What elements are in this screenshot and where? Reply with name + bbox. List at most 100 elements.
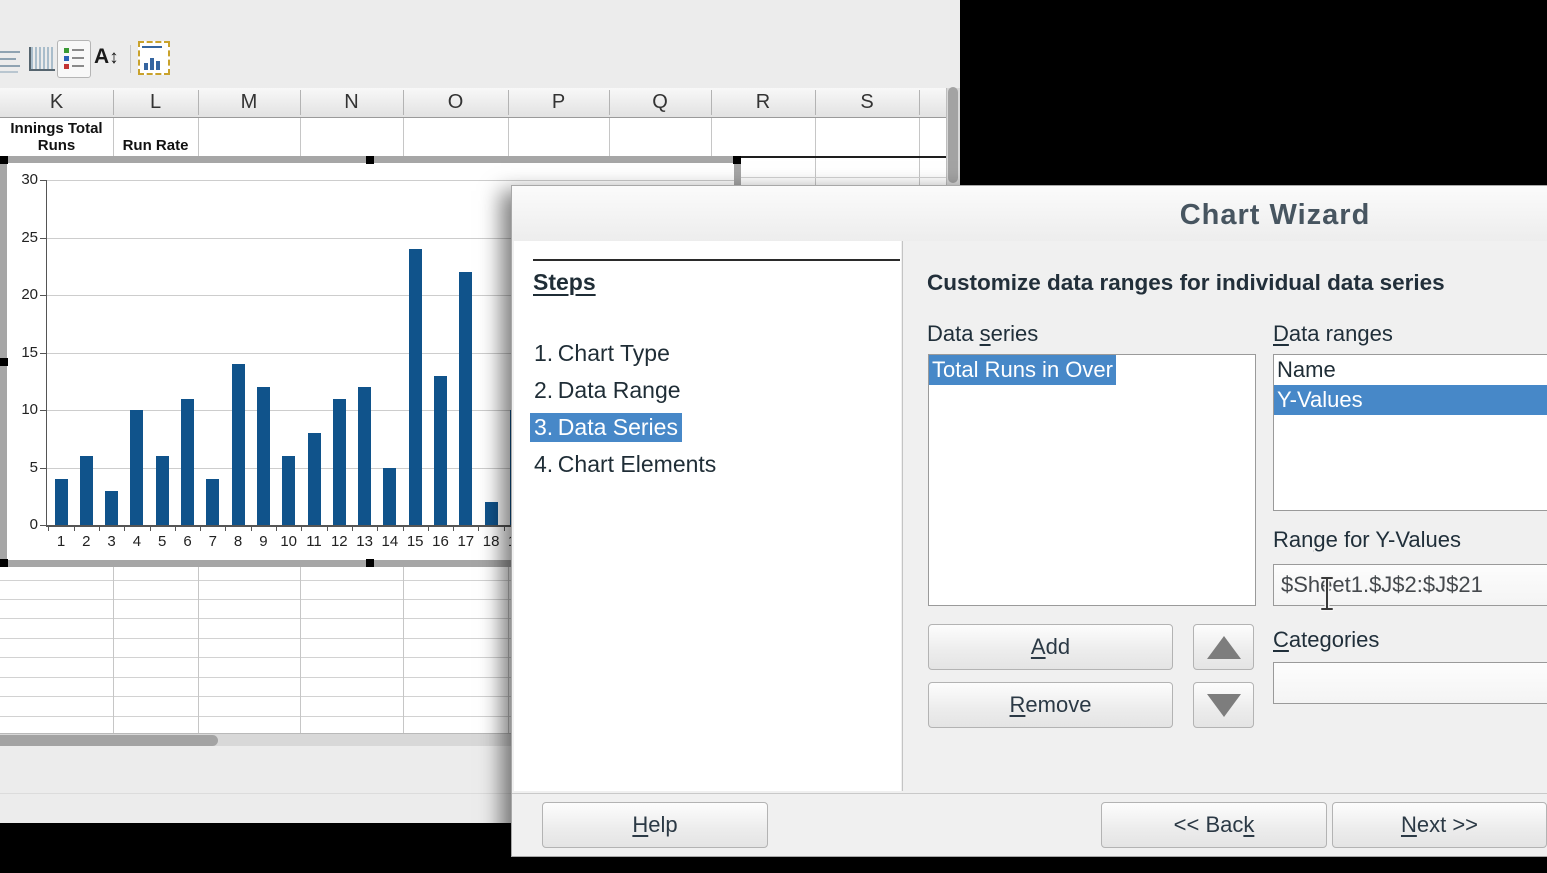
column-header-K[interactable]: K xyxy=(0,88,113,117)
column-header-O[interactable]: O xyxy=(403,88,508,117)
vertical-scrollbar-thumb[interactable] xyxy=(948,87,958,183)
grid-line xyxy=(198,567,199,733)
list-item[interactable]: Total Runs in Over xyxy=(929,355,1116,385)
data-ranges-listbox[interactable]: NameY-Values xyxy=(1273,354,1547,511)
grid-line xyxy=(815,118,816,157)
x-axis-label: 1 xyxy=(48,533,74,550)
categories-input[interactable] xyxy=(1273,662,1547,704)
chart-bar[interactable] xyxy=(409,249,422,525)
column-header-partial[interactable] xyxy=(919,88,946,117)
chart-bar[interactable] xyxy=(383,468,396,526)
chart-bar[interactable] xyxy=(485,502,498,525)
toolbar-separator xyxy=(130,45,131,73)
chart-bar[interactable] xyxy=(358,387,371,525)
grid-line xyxy=(403,118,404,157)
chart-bar[interactable] xyxy=(434,376,447,526)
x-axis-label: 2 xyxy=(73,533,99,550)
selection-handle-top-mid[interactable] xyxy=(366,156,374,164)
grid-line xyxy=(300,567,301,733)
data-ranges-label: Data ranges xyxy=(1273,321,1393,347)
x-axis-label: 15 xyxy=(402,533,428,550)
wizard-step-2[interactable]: 2. Data Range xyxy=(530,376,685,405)
chart-bar[interactable] xyxy=(257,387,270,525)
steps-title: Steps xyxy=(533,269,596,296)
column-header-L[interactable]: L xyxy=(113,88,198,117)
selection-handle-top-left[interactable] xyxy=(0,156,8,164)
column-header-P[interactable]: P xyxy=(508,88,609,117)
selection-handle-mid-left[interactable] xyxy=(0,358,8,366)
horizontal-scrollbar-thumb[interactable] xyxy=(0,735,218,746)
next-button[interactable]: Next >> xyxy=(1332,802,1547,848)
column-header-Q[interactable]: Q xyxy=(609,88,711,117)
down-arrow-icon xyxy=(1207,694,1241,717)
scale-text-icon[interactable]: A↕ xyxy=(94,42,128,76)
x-axis-label: 3 xyxy=(99,533,125,550)
x-axis-label: 8 xyxy=(225,533,251,550)
column-separator xyxy=(403,90,404,115)
dialog-heading: Customize data ranges for individual dat… xyxy=(927,270,1445,296)
dialog-title-bar[interactable]: Chart Wizard xyxy=(512,186,1547,241)
x-axis-label: 9 xyxy=(250,533,276,550)
column-separator xyxy=(609,90,610,115)
cell-L1[interactable]: Run Rate xyxy=(113,118,198,154)
y-axis-label: 25 xyxy=(0,229,38,246)
chart-bar[interactable] xyxy=(282,456,295,525)
x-axis-label: 18 xyxy=(478,533,504,550)
column-separator xyxy=(919,90,920,115)
selection-handle-bottom-left[interactable] xyxy=(0,559,8,567)
wizard-step-label: 3. Data Series xyxy=(530,413,682,442)
chart-bar[interactable] xyxy=(55,479,68,525)
chart-bar[interactable] xyxy=(333,399,346,526)
chart-bar[interactable] xyxy=(156,456,169,525)
selection-handle-top-right[interactable] xyxy=(733,156,741,164)
sheet-cells-right[interactable] xyxy=(741,158,946,185)
column-header-N[interactable]: N xyxy=(300,88,403,117)
legend-on-off-icon[interactable] xyxy=(57,40,91,78)
chart-bar[interactable] xyxy=(80,456,93,525)
chart-bar[interactable] xyxy=(308,433,321,525)
steps-panel: Steps 1. Chart Type 2. Data Range 3. Data … xyxy=(514,241,901,791)
column-header-M[interactable]: M xyxy=(198,88,300,117)
chart-bar[interactable] xyxy=(181,399,194,526)
range-for-y-values-input[interactable]: $Sheet1.$J$2:$J$21 xyxy=(1273,564,1547,606)
column-header-R[interactable]: R xyxy=(711,88,815,117)
move-down-button[interactable] xyxy=(1193,682,1254,728)
chart-bar[interactable] xyxy=(105,491,118,526)
horizontal-grids-icon[interactable] xyxy=(0,42,22,76)
y-axis-label: 5 xyxy=(0,459,38,476)
wizard-step-4[interactable]: 4. Chart Elements xyxy=(530,450,720,479)
sheet-row-1[interactable]: Innings Total Runs Run Rate xyxy=(0,118,946,157)
selection-handle-bottom-mid[interactable] xyxy=(366,559,374,567)
grid-line xyxy=(198,118,199,157)
wizard-step-1[interactable]: 1. Chart Type xyxy=(530,339,674,368)
list-item[interactable]: Y-Values xyxy=(1274,385,1547,415)
move-up-button[interactable] xyxy=(1193,624,1254,670)
grid-line xyxy=(508,567,509,733)
wizard-step-3[interactable]: 3. Data Series xyxy=(530,413,682,442)
column-header-S[interactable]: S xyxy=(815,88,919,117)
column-separator xyxy=(711,90,712,115)
remove-button[interactable]: Remove xyxy=(928,682,1173,728)
chart-bar[interactable] xyxy=(206,479,219,525)
steps-rule xyxy=(533,259,900,261)
chart-bar[interactable] xyxy=(459,272,472,525)
grid-line xyxy=(609,118,610,157)
x-axis-label: 14 xyxy=(377,533,403,550)
back-button[interactable]: << Back xyxy=(1101,802,1327,848)
help-button[interactable]: Help xyxy=(542,802,768,848)
add-button[interactable]: Add xyxy=(928,624,1173,670)
chart-bar[interactable] xyxy=(232,364,245,525)
data-series-listbox[interactable]: Total Runs in Over xyxy=(928,354,1256,606)
vertical-grids-icon[interactable] xyxy=(27,42,59,76)
automatic-layout-icon[interactable] xyxy=(138,41,170,75)
column-separator xyxy=(113,90,114,115)
cell-K1[interactable]: Innings Total Runs xyxy=(0,118,113,155)
grid-line xyxy=(711,118,712,157)
panel-separator xyxy=(902,241,903,791)
scale-text-letter: A xyxy=(94,45,109,68)
list-item[interactable]: Name xyxy=(1274,355,1547,385)
x-axis-label: 12 xyxy=(326,533,352,550)
y-axis xyxy=(46,180,47,525)
chart-bar[interactable] xyxy=(130,410,143,525)
x-axis-label: 17 xyxy=(453,533,479,550)
